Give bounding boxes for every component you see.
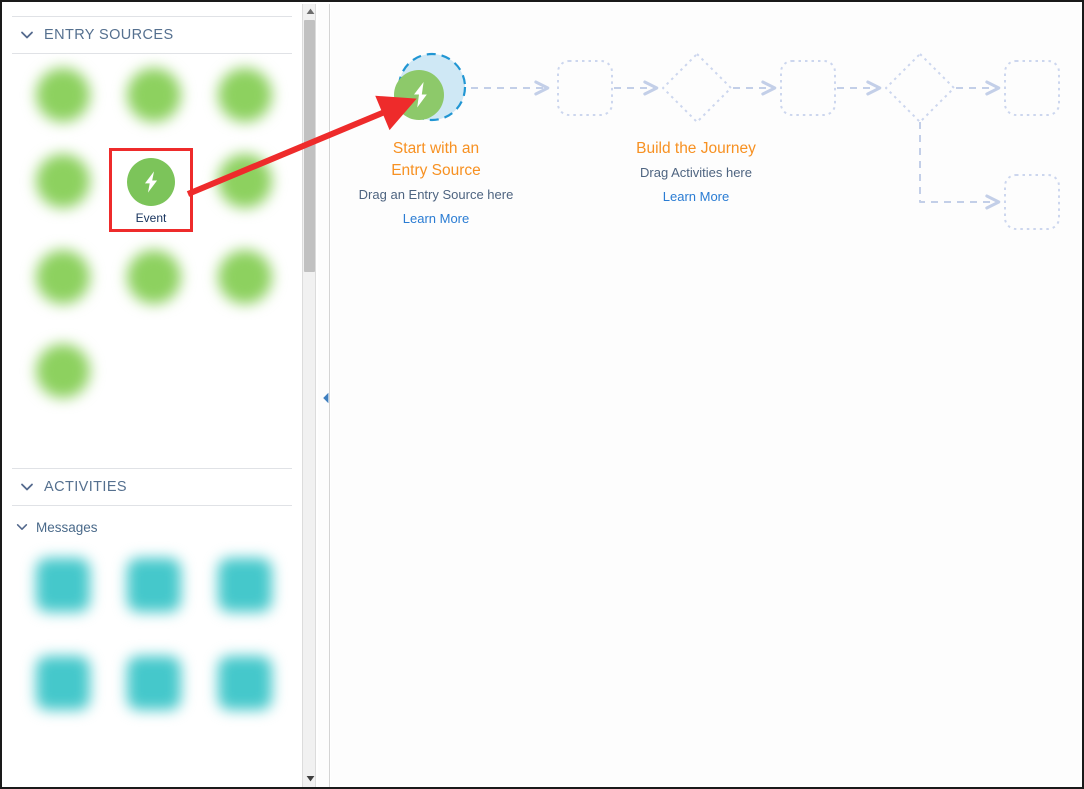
entry-source-tile[interactable] <box>109 244 199 330</box>
activity-icon <box>218 558 272 612</box>
activities-grid-row-2 <box>4 638 300 736</box>
activity-label <box>19 617 107 630</box>
scroll-thumb[interactable] <box>304 20 315 272</box>
subsection-title-messages: Messages <box>36 519 98 535</box>
entry-source-tile[interactable] <box>18 338 108 424</box>
activity-placeholder-4[interactable] <box>1004 174 1060 230</box>
chevron-down-icon <box>16 476 38 498</box>
entry-source-tile[interactable] <box>18 244 108 330</box>
chevron-down-icon <box>14 519 30 535</box>
entry-sources-grid-row-2: Event <box>4 148 300 234</box>
entry-source-label <box>201 127 289 140</box>
activity-icon <box>218 656 272 710</box>
entry-source-label-event: Event <box>135 211 167 225</box>
activity-icon <box>127 558 181 612</box>
entry-source-label <box>110 309 198 322</box>
entry-source-icon <box>36 250 90 304</box>
entry-source-tile-event[interactable]: Event <box>109 148 193 232</box>
journey-learn-more-link[interactable]: Learn More <box>599 186 793 208</box>
activity-label <box>201 715 289 728</box>
entry-source-label <box>19 309 107 322</box>
entry-source-tile[interactable] <box>200 62 290 148</box>
entry-source-icon <box>218 154 272 208</box>
activity-icon <box>36 558 90 612</box>
entry-source-label <box>19 213 107 226</box>
chevron-down-icon <box>16 24 38 46</box>
section-title-entry-sources: ENTRY SOURCES <box>44 27 174 43</box>
activity-label <box>110 617 198 630</box>
entry-source-label <box>201 213 289 226</box>
entry-source-icon <box>36 344 90 398</box>
journey-flow-diagram <box>394 52 1060 230</box>
connector-branch-bottom <box>919 122 1001 210</box>
subsection-header-messages[interactable]: Messages <box>12 512 292 542</box>
entry-source-tile[interactable] <box>18 62 108 148</box>
entry-source-title-line1: Start with an <box>392 140 480 157</box>
entry-sources-grid-row-3 <box>4 234 300 330</box>
entry-sources-grid-row-4 <box>4 330 300 424</box>
lightning-bolt-icon <box>127 158 175 206</box>
entry-source-label <box>19 127 107 140</box>
entry-source-learn-more-link[interactable]: Learn More <box>341 208 531 230</box>
journey-builder-screenshot: ENTRY SOURCES Event ACTIVITIES Messages … <box>0 0 1084 789</box>
entry-source-title-line2: Entry Source <box>391 162 481 179</box>
journey-canvas[interactable]: Start with an Entry Source Drag an Entry… <box>331 4 1080 785</box>
entry-source-label <box>110 127 198 140</box>
activity-tile[interactable] <box>200 552 290 638</box>
entry-source-icon <box>127 250 181 304</box>
journey-subtitle: Drag Activities here <box>640 165 752 180</box>
activity-label <box>110 715 198 728</box>
section-header-activities[interactable]: ACTIVITIES <box>12 468 292 506</box>
section-header-entry-sources[interactable]: ENTRY SOURCES <box>12 16 292 54</box>
activity-label <box>19 715 107 728</box>
entry-source-tile[interactable] <box>200 148 290 234</box>
entry-source-subtitle: Drag an Entry Source here <box>358 187 514 202</box>
activity-tile[interactable] <box>200 650 290 736</box>
activity-placeholder-1[interactable] <box>557 60 613 116</box>
entry-sources-grid-row-1 <box>4 54 300 148</box>
section-title-activities: ACTIVITIES <box>44 479 127 495</box>
entry-source-label <box>19 403 107 416</box>
journey-title: Build the Journey <box>636 140 756 157</box>
entry-source-label <box>201 309 289 322</box>
activity-tile[interactable] <box>109 650 199 736</box>
entry-source-icon <box>36 154 90 208</box>
activity-tile[interactable] <box>109 552 199 638</box>
activity-placeholder-3[interactable] <box>1004 60 1060 116</box>
activity-icon <box>36 656 90 710</box>
entry-source-icon <box>218 68 272 122</box>
entry-source-tile[interactable] <box>200 244 290 330</box>
entry-source-caption: Start with an Entry Source Drag an Entry… <box>341 138 531 230</box>
entry-source-tile[interactable] <box>109 62 199 148</box>
decision-placeholder-1[interactable] <box>662 53 732 123</box>
entry-source-icon <box>127 68 181 122</box>
triangle-down-icon[interactable] <box>303 771 317 785</box>
activity-placeholder-2[interactable] <box>780 60 836 116</box>
entry-source-tile[interactable] <box>18 148 108 234</box>
activity-tile[interactable] <box>18 650 108 736</box>
entry-source-icon <box>36 68 90 122</box>
journey-caption: Build the Journey Drag Activities here L… <box>599 138 793 208</box>
triangle-up-icon[interactable] <box>303 4 317 18</box>
sidebar-scrollbar[interactable] <box>302 4 316 787</box>
activity-icon <box>127 656 181 710</box>
entry-source-icon <box>218 250 272 304</box>
activity-label <box>201 617 289 630</box>
decision-placeholder-2[interactable] <box>885 53 955 123</box>
palette-sidebar: ENTRY SOURCES Event ACTIVITIES Messages <box>4 2 300 787</box>
activities-grid-row-1 <box>4 542 300 638</box>
activity-tile[interactable] <box>18 552 108 638</box>
